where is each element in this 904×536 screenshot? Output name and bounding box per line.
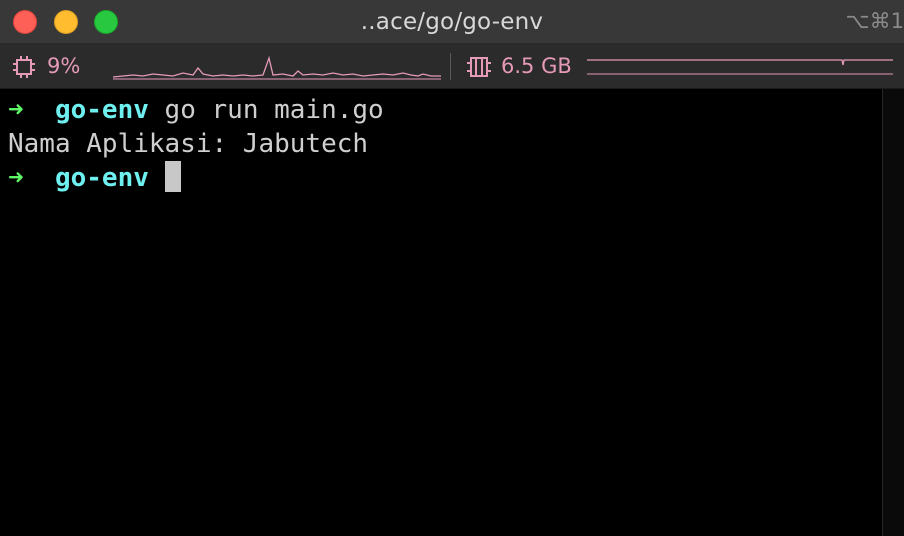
status-divider — [450, 53, 451, 80]
prompt-directory: go-env — [54, 163, 149, 193]
prompt-directory: go-env — [54, 95, 149, 125]
memory-icon — [467, 57, 491, 77]
cpu-chip-icon — [13, 56, 35, 78]
cpu-usage-value: 9% — [47, 54, 81, 78]
title-bar: ..ace/go/go-env ⌥⌘1 — [0, 0, 904, 44]
memory-usage-graph — [587, 59, 893, 75]
terminal-scrollbar[interactable] — [882, 89, 904, 536]
terminal-line-command: ➜ go-env go run main.go — [8, 93, 384, 127]
terminal-window: ..ace/go/go-env ⌥⌘1 9% 6.5 GB ➜ go-env g… — [0, 0, 904, 536]
status-bar: 9% 6.5 GB — [0, 44, 904, 89]
cpu-usage-graph — [113, 55, 441, 80]
prompt-arrow: ➜ — [8, 163, 24, 193]
terminal-line-output: Nama Aplikasi: Jabutech — [8, 129, 369, 159]
command-text: go run main.go — [164, 95, 384, 125]
terminal-line-prompt: ➜ go-env — [8, 161, 181, 195]
terminal-output[interactable]: ➜ go-env go run main.go Nama Aplikasi: J… — [0, 89, 882, 536]
window-title: ..ace/go/go-env — [360, 9, 544, 35]
prompt-arrow: ➜ — [8, 95, 24, 125]
text-cursor — [164, 161, 181, 192]
memory-usage-value: 6.5 GB — [501, 54, 572, 78]
window-shortcut: ⌥⌘1 — [845, 9, 904, 33]
